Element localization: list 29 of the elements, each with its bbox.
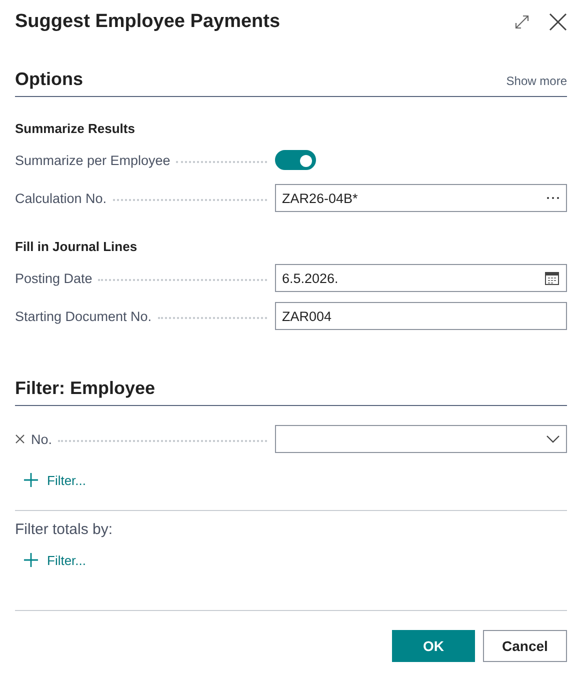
field-label: Calculation No. [15,190,107,206]
input-field[interactable] [275,425,567,453]
remove-filter-icon[interactable] [15,434,25,444]
group-heading: Summarize Results [15,121,136,138]
group-heading: Fill in Journal Lines [15,239,138,256]
more-icon[interactable] [546,196,560,200]
cancel-button[interactable]: Cancel [483,630,567,662]
field-label: Starting Document No. [15,308,152,324]
input-field[interactable]: ZAR004 [275,302,567,330]
section-title: Options [15,69,83,90]
close-icon[interactable] [549,13,567,31]
field-label: Summarize per Employee [15,152,170,168]
add-filter-link[interactable]: Filter... [15,552,86,568]
toggle-switch[interactable] [275,150,316,170]
field-label: No. [31,432,52,446]
show-more-link[interactable]: Show more [506,74,567,88]
plus-icon[interactable] [23,472,39,488]
calendar-icon[interactable] [544,270,560,286]
ok-button[interactable]: OK [392,630,475,662]
input-field[interactable]: 6.5.2026. [275,264,567,292]
section-title: Filter: Employee [15,378,156,399]
plus-icon[interactable] [23,552,39,568]
chevron-down-icon[interactable] [546,435,560,443]
dialog-title: Suggest Employee Payments [15,11,282,33]
expand-icon[interactable] [514,14,530,30]
add-filter-link[interactable]: Filter... [15,472,86,488]
filter-totals-label: Filter totals by: [15,521,114,538]
field-label: Posting Date [15,270,92,286]
input-field[interactable]: ZAR26-04B* [275,184,567,212]
